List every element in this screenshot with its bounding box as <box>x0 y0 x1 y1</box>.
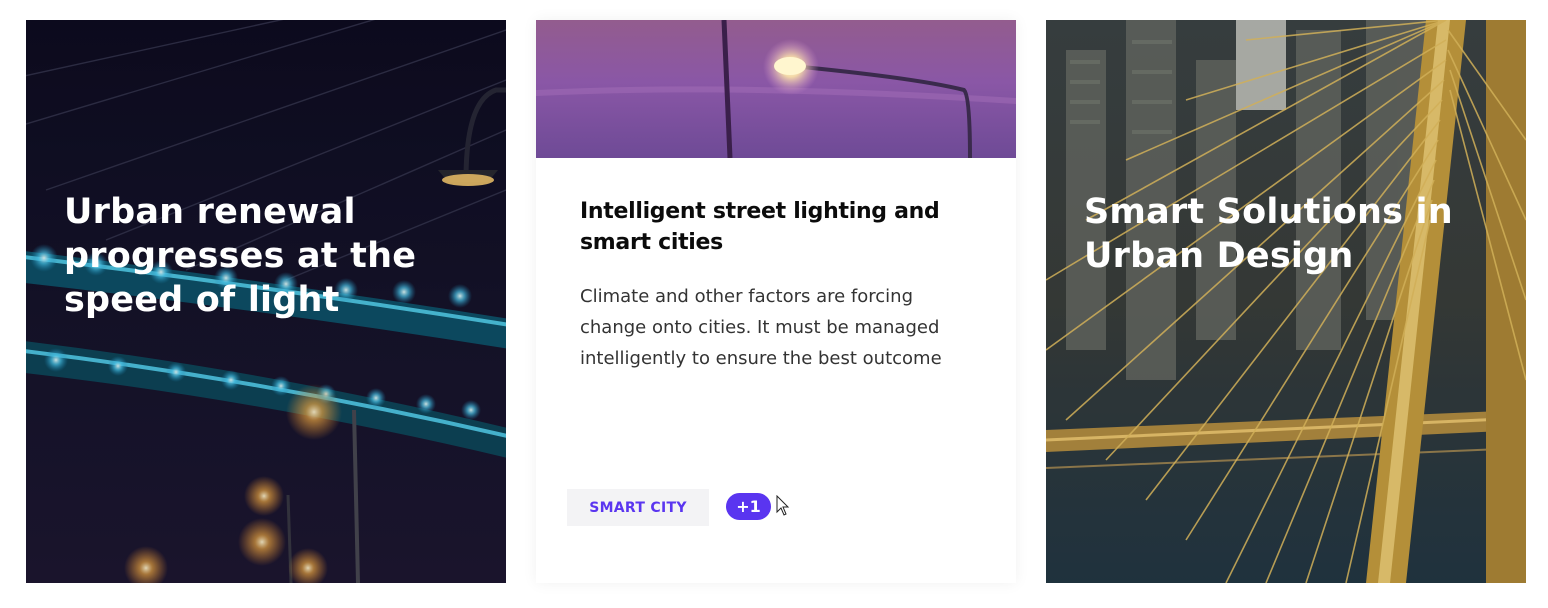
card-title[interactable]: Intelligent street lighting and smart ci… <box>580 196 970 258</box>
tag-smart-city[interactable]: SMART CITY <box>567 489 709 526</box>
mouse-cursor-icon <box>776 495 790 516</box>
card-description: Climate and other factors are forcing ch… <box>580 286 942 369</box>
article-card-urban-renewal[interactable]: Urban renewal progresses at the speed of… <box>26 20 506 583</box>
card-image-golden-bridge <box>1046 20 1526 583</box>
card-title[interactable]: Smart Solutions in Urban Design <box>1084 190 1496 278</box>
card-title[interactable]: Urban renewal progresses at the speed of… <box>64 190 476 322</box>
more-tags-badge[interactable]: +1 <box>726 493 771 520</box>
article-card-smart-solutions[interactable]: Smart Solutions in Urban Design <box>1046 20 1526 583</box>
card-image-street-lamp <box>536 20 1016 158</box>
